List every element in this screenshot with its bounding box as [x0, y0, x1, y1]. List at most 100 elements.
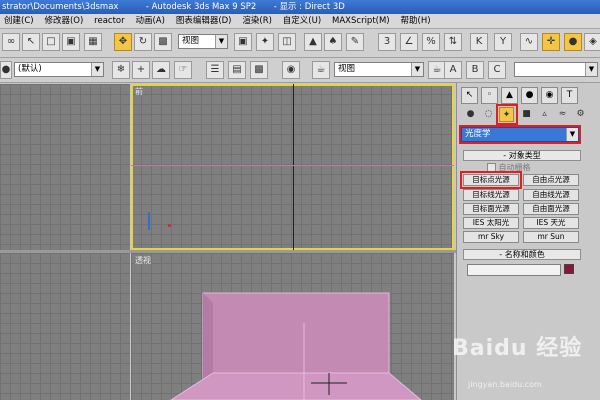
lights-highlight	[496, 104, 518, 125]
teapot-icon[interactable]: ☕	[312, 61, 330, 79]
reference-coordinate-dropdown[interactable]: 视图 ▼	[178, 34, 228, 49]
main-toolbar: ∞ ↖ □ ▣ ▦ ✥ ↻ ▩ 视图 ▼ ▣ ✦ ◫ ▲ ♠ ✎ 3 ∠ % ⇅…	[0, 29, 600, 58]
menu-modifiers[interactable]: 修改器(O)	[40, 14, 87, 28]
reference-coordinate-value: 视图	[182, 36, 200, 46]
materials-icon[interactable]: ◉	[282, 61, 300, 79]
curve-editor-icon[interactable]: ∿	[520, 33, 538, 51]
free-point-light-button[interactable]: 自由点光源	[523, 174, 579, 186]
render-scene-icon[interactable]: ◈	[584, 33, 600, 51]
select-object-icon[interactable]: ↖	[22, 33, 40, 51]
target-area-light-button[interactable]: 目标面光源	[463, 203, 519, 215]
baidu-watermark-url: jingyan.baidu.com	[468, 380, 542, 389]
secondary-toolbar: ● (默认) ▼ ❄ + ☁ ☞ ☰ ▤ ▩ ◉ ☕ 视图 ▼ ☕ A B C …	[0, 58, 600, 83]
selection-filter-dropdown[interactable]: (默认) ▼	[14, 62, 104, 77]
target-point-highlight	[460, 171, 522, 189]
mirror-icon[interactable]: ▲	[304, 33, 322, 51]
menu-graph-editors[interactable]: 图表编辑器(D)	[172, 14, 236, 28]
schematic-icon[interactable]: ▩	[250, 61, 268, 79]
snap-3d-icon[interactable]: 3	[378, 33, 396, 51]
keyboard-shortcut-icon[interactable]: ◫	[278, 33, 296, 51]
chevron-down-icon: ▼	[91, 63, 103, 76]
viewport-bottom-left[interactable]	[0, 253, 130, 400]
axis-gizmo	[148, 212, 156, 230]
mr-sky-button[interactable]: mr Sky	[463, 231, 519, 243]
menu-help[interactable]: 帮助(H)	[397, 14, 435, 28]
menu-reactor[interactable]: reactor	[90, 14, 128, 28]
menu-rendering[interactable]: 渲染(R)	[238, 14, 276, 28]
viewport-top-left[interactable]	[0, 84, 130, 250]
pivot-center-icon[interactable]: ▣	[234, 33, 252, 51]
color-palette-icon[interactable]: ●	[0, 61, 12, 79]
select-move-icon[interactable]: ✥	[114, 33, 132, 51]
viewport-perspective[interactable]: 透视	[131, 253, 454, 400]
baidu-watermark-logo: Baidu 经验	[452, 336, 583, 361]
target-linear-light-button[interactable]: 目标线光源	[463, 189, 519, 201]
helpers-icon[interactable]: ▵	[537, 107, 552, 122]
snowflake-icon[interactable]: ❄	[112, 61, 130, 79]
named-selection-dropdown[interactable]: ▼	[514, 62, 598, 77]
modify-tab-icon[interactable]: ◦	[481, 87, 498, 104]
spinner-snap-icon[interactable]: ⇅	[444, 33, 462, 51]
cameras-icon[interactable]: ■	[519, 107, 534, 122]
title-bar: strator\Documents\3dsmax - Autodesk 3ds …	[0, 0, 600, 14]
layer-manager-icon[interactable]: ✎	[346, 33, 364, 51]
align-icon[interactable]: ♠	[324, 33, 342, 51]
create-tab-icon[interactable]: ↖	[461, 87, 478, 104]
free-linear-light-button[interactable]: 自由线光源	[523, 189, 579, 201]
select-rotate-icon[interactable]: ↻	[134, 33, 152, 51]
perspective-scene	[170, 292, 422, 400]
title-display: - 显示 : Direct 3D	[273, 2, 345, 12]
material-editor-icon[interactable]: ●	[564, 33, 582, 51]
motion-tab-icon[interactable]: ●	[521, 87, 538, 104]
lock-icon[interactable]: ☁	[152, 61, 170, 79]
space-warps-icon[interactable]: ≈	[555, 107, 570, 122]
ground-plane-line	[131, 165, 454, 166]
selection-filter-value: (默认)	[18, 64, 42, 74]
object-type-title: 对象类型	[508, 151, 541, 160]
key-y-icon[interactable]: Y	[494, 33, 512, 51]
key-mode-icon[interactable]: K	[470, 33, 488, 51]
menu-animation[interactable]: 动画(A)	[131, 14, 168, 28]
light-marker	[168, 224, 171, 227]
viewport-front-label[interactable]: 前	[135, 86, 143, 97]
schematic-view-icon[interactable]: ✛	[542, 33, 560, 51]
render-b-icon[interactable]: B	[466, 61, 484, 79]
chevron-down-icon: ▼	[215, 35, 227, 48]
select-manipulate-icon[interactable]: ✦	[256, 33, 274, 51]
display-tab-icon[interactable]: ◉	[541, 87, 558, 104]
object-type-rollout-header[interactable]: - 对象类型	[463, 150, 581, 161]
menu-maxscript[interactable]: MAXScript(M)	[328, 14, 394, 28]
window-crossing-icon[interactable]: ▣	[62, 33, 80, 51]
track-view-icon[interactable]: ▤	[228, 61, 246, 79]
select-by-name-icon[interactable]: ▦	[84, 33, 102, 51]
geometry-icon[interactable]: ●	[463, 107, 478, 122]
ies-sun-button[interactable]: IES 太阳光	[463, 217, 519, 229]
viewport-front[interactable]: 前	[131, 84, 454, 250]
mr-sun-button[interactable]: mr Sun	[523, 231, 579, 243]
hand-icon[interactable]: ☞	[174, 61, 192, 79]
ies-sky-button[interactable]: IES 天光	[523, 217, 579, 229]
menu-customize[interactable]: 自定义(U)	[279, 14, 325, 28]
object-name-field[interactable]	[467, 264, 561, 276]
name-color-title: 名称和颜色	[504, 250, 545, 259]
layers-icon[interactable]: ☰	[206, 61, 224, 79]
percent-snap-icon[interactable]: %	[422, 33, 440, 51]
name-color-rollout-header[interactable]: - 名称和颜色	[463, 249, 581, 260]
shapes-icon[interactable]: ◌	[481, 107, 496, 122]
utilities-tab-icon[interactable]: T	[561, 87, 578, 104]
menu-create[interactable]: 创建(C)	[0, 14, 38, 28]
object-color-swatch[interactable]	[564, 264, 574, 274]
hierarchy-tab-icon[interactable]: ▲	[501, 87, 518, 104]
render-c-icon[interactable]: C	[488, 61, 506, 79]
render-a-icon[interactable]: A	[444, 61, 462, 79]
select-region-icon[interactable]: □	[42, 33, 60, 51]
viewport-dropdown[interactable]: 视图 ▼	[334, 62, 424, 77]
plus-icon[interactable]: +	[132, 61, 150, 79]
link-icon[interactable]: ∞	[2, 33, 20, 51]
viewport-dropdown-value: 视图	[338, 64, 356, 74]
chevron-down-icon: ▼	[411, 63, 423, 76]
angle-snap-icon[interactable]: ∠	[400, 33, 418, 51]
select-scale-icon[interactable]: ▩	[154, 33, 172, 51]
free-area-light-button[interactable]: 自由面光源	[523, 203, 579, 215]
systems-icon[interactable]: ⚙	[573, 107, 588, 122]
